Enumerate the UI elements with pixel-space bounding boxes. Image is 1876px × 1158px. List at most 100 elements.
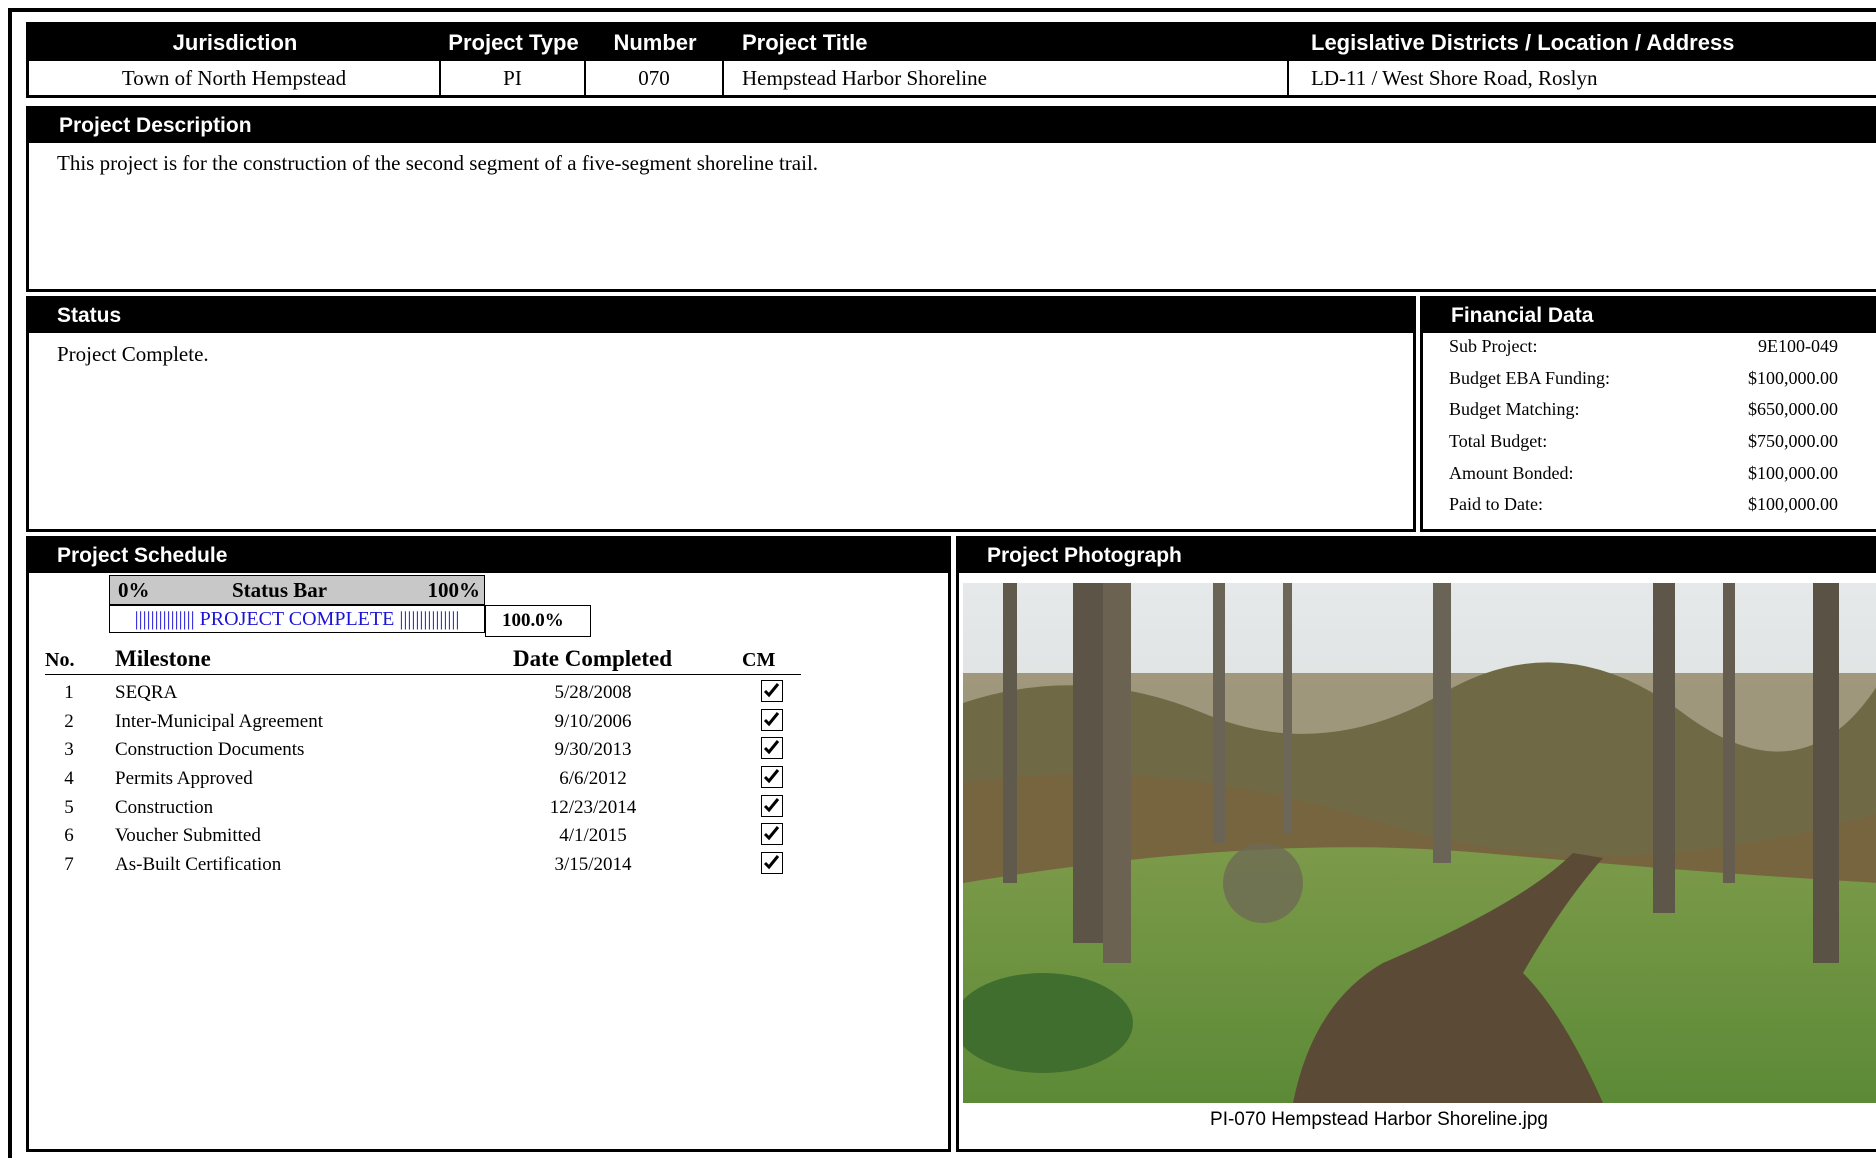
financial-row: Amount Bonded: $100,000.00	[1423, 460, 1876, 492]
milestone-list: 1 SEQRA 5/28/2008 2 Inter-Municipal Agreemen…	[45, 679, 801, 880]
legislative-value: LD-11 / West Shore Road, Roslyn	[1311, 65, 1598, 90]
project-photograph-title: Project Photograph	[959, 539, 1876, 573]
photo-illustration	[963, 583, 1876, 1103]
milestone-date: 4/1/2015	[559, 825, 627, 847]
milestone-name: Voucher Submitted	[115, 825, 261, 847]
checkmark-icon	[763, 683, 780, 698]
financial-value: $750,000.00	[1748, 431, 1838, 452]
milestone-row: 3 Construction Documents 9/30/2013	[45, 736, 801, 765]
milestone-no: 4	[64, 768, 74, 790]
data-row: Town of North Hempstead PI 070 Hempstead…	[29, 61, 1876, 95]
financial-label: Sub Project:	[1449, 336, 1538, 356]
cm-checkbox[interactable]	[761, 680, 783, 702]
status-title: Status	[29, 299, 1413, 333]
financial-row: Total Budget: $750,000.00	[1423, 428, 1876, 460]
cm-checkbox[interactable]	[761, 852, 783, 875]
project-description-section: Project Description This project is for …	[26, 106, 1876, 292]
project-photograph-section: Project Photograph PI-070 Hempstead Harb…	[956, 536, 1876, 1152]
milestone-name: Inter-Municipal Agreement	[115, 710, 324, 732]
col-project-title-header: Project Title	[742, 30, 868, 55]
col-date-header: Date Completed	[513, 646, 673, 671]
milestone-no: 6	[64, 825, 74, 847]
milestone-date: 6/6/2012	[559, 768, 627, 790]
milestone-no: 1	[64, 682, 74, 703]
financial-data-section: Financial Data Sub Project: 9E100-049 Bu…	[1420, 296, 1876, 532]
status-bar-text: ||||||||||||||| PROJECT COMPLETE |||||||…	[134, 608, 460, 630]
project-schedule-title: Project Schedule	[29, 539, 948, 573]
project-description-text: This project is for the construction of …	[57, 151, 819, 175]
checkmark-icon	[763, 826, 780, 841]
milestone-table-header: No. Milestone Date Completed CM	[45, 643, 801, 675]
milestone-date: 9/30/2013	[554, 739, 632, 761]
milestone-row: 1 SEQRA 5/28/2008	[45, 679, 801, 708]
milestone-row: 7 As-Built Certification 3/15/2014	[45, 851, 801, 880]
jurisdiction-value: Town of North Hempstead	[29, 61, 441, 95]
col-no-header: No.	[45, 649, 75, 671]
col-cm-header: CM	[742, 649, 776, 671]
number-value: 070	[586, 61, 724, 95]
col-milestone-header: Milestone	[115, 646, 211, 671]
financial-label: Amount Bonded:	[1449, 462, 1574, 483]
checkmark-icon	[763, 797, 780, 812]
cm-checkbox[interactable]	[761, 766, 783, 789]
checkmark-icon	[763, 855, 780, 870]
status-bar-title: Status Bar	[232, 578, 328, 602]
milestone-date: 3/15/2014	[554, 854, 632, 876]
status-text: Project Complete.	[57, 342, 209, 366]
col-number-header: Number	[613, 30, 697, 55]
financial-label: Budget Matching:	[1449, 399, 1580, 420]
cm-checkbox[interactable]	[761, 708, 783, 731]
cm-checkbox[interactable]	[761, 737, 783, 760]
project-type-value: PI	[441, 61, 586, 95]
status-bar-header: 0% Status Bar 100%	[109, 575, 485, 605]
financial-value: $100,000.00	[1748, 462, 1838, 483]
photo-caption: PI-070 Hempstead Harbor Shoreline.jpg	[1210, 1109, 1548, 1130]
milestone-date: 12/23/2014	[549, 796, 637, 818]
milestone-name: Construction	[115, 796, 214, 818]
cm-checkbox[interactable]	[761, 823, 783, 846]
financial-row: Sub Project: 9E100-049	[1423, 333, 1876, 365]
milestone-row: 5 Construction 12/23/2014	[45, 794, 801, 823]
status-bar-max-label: 100%	[427, 578, 481, 602]
project-schedule-section: Project Schedule 0% Status Bar 100% ||||…	[26, 536, 951, 1152]
checkmark-icon	[763, 740, 780, 755]
milestone-name: Permits Approved	[115, 768, 253, 790]
milestone-name: SEQRA	[115, 682, 178, 703]
checkmark-icon	[763, 711, 780, 726]
milestone-no: 2	[64, 710, 74, 732]
milestone-date: 9/10/2006	[554, 710, 632, 732]
status-bar-min-label: 0%	[118, 578, 150, 602]
financial-value: 9E100-049	[1758, 336, 1838, 356]
milestone-row: 4 Permits Approved 6/6/2012	[45, 765, 801, 794]
col-legislative-header: Legislative Districts / Location / Addre…	[1311, 30, 1735, 55]
milestone-row: 6 Voucher Submitted 4/1/2015	[45, 822, 801, 851]
status-bar: ||||||||||||||| PROJECT COMPLETE |||||||…	[109, 605, 485, 633]
milestone-no: 5	[64, 796, 74, 818]
milestone-date: 5/28/2008	[554, 682, 632, 703]
financial-value: $100,000.00	[1748, 494, 1838, 515]
financial-label: Paid to Date:	[1449, 494, 1543, 515]
cm-checkbox[interactable]	[761, 794, 783, 817]
project-photo	[963, 583, 1876, 1103]
milestone-name: Construction Documents	[115, 739, 305, 761]
milestone-row: 2 Inter-Municipal Agreement 9/10/2006	[45, 708, 801, 737]
col-project-type-header: Project Type	[448, 30, 579, 55]
header-row: Jurisdiction Project Type Number Project…	[29, 25, 1876, 61]
financial-row: Paid to Date: $100,000.00	[1423, 491, 1876, 523]
milestone-no: 3	[64, 739, 74, 761]
financial-value: $100,000.00	[1748, 367, 1838, 388]
financial-data-title: Financial Data	[1423, 299, 1876, 333]
status-percent: 100.0%	[485, 605, 591, 637]
project-header-table: Jurisdiction Project Type Number Project…	[26, 22, 1876, 98]
financial-label: Total Budget:	[1449, 431, 1548, 452]
financial-value: $650,000.00	[1748, 399, 1838, 420]
financial-label: Budget EBA Funding:	[1449, 367, 1611, 388]
financial-row: Budget Matching: $650,000.00	[1423, 396, 1876, 428]
project-description-title: Project Description	[29, 109, 1876, 143]
milestone-no: 7	[64, 854, 74, 876]
checkmark-icon	[763, 769, 780, 784]
financial-row: Budget EBA Funding: $100,000.00	[1423, 365, 1876, 397]
project-title-value: Hempstead Harbor Shoreline	[724, 61, 1289, 95]
col-jurisdiction-header: Jurisdiction	[172, 30, 298, 55]
status-section: Status Project Complete.	[26, 296, 1416, 532]
